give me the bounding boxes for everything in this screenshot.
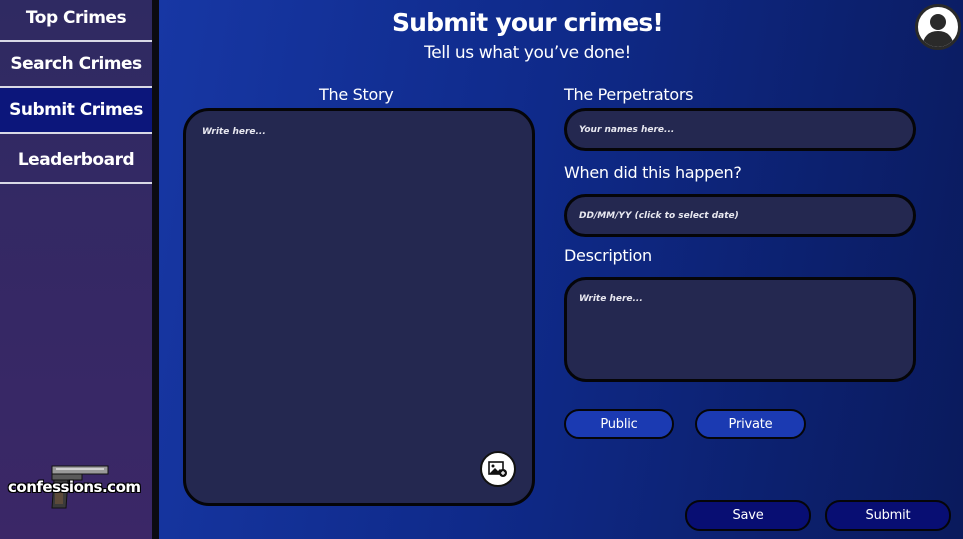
public-button[interactable]: Public <box>564 409 674 439</box>
story-label: The Story <box>319 85 394 104</box>
perpetrators-label: The Perpetrators <box>564 85 694 104</box>
nav-leaderboard[interactable]: Leaderboard <box>0 138 152 184</box>
perpetrators-input[interactable]: Your names here... <box>564 108 916 151</box>
user-avatar-icon[interactable] <box>915 4 961 50</box>
page-subtitle: Tell us what you’ve done! <box>424 43 631 63</box>
nav-top-crimes[interactable]: Top Crimes <box>0 0 152 42</box>
user-silhouette-icon <box>922 14 954 47</box>
logo-text: confessions.com <box>8 478 141 496</box>
date-picker-input[interactable]: DD/MM/YY (click to select date) <box>564 194 916 237</box>
description-label: Description <box>564 246 652 265</box>
main-content: Submit your crimes! Tell us what you’ve … <box>159 0 963 539</box>
nav-search-crimes[interactable]: Search Crimes <box>0 42 152 88</box>
save-button[interactable]: Save <box>685 500 811 531</box>
description-placeholder: Write here... <box>579 294 643 304</box>
sidebar-divider <box>152 0 159 539</box>
story-placeholder: Write here... <box>202 127 266 137</box>
private-button[interactable]: Private <box>695 409 806 439</box>
nav-submit-crimes[interactable]: Submit Crimes <box>0 88 152 134</box>
image-upload-icon <box>488 461 507 477</box>
story-textarea[interactable]: Write here... <box>183 108 535 506</box>
date-label: When did this happen? <box>564 163 742 182</box>
perpetrators-placeholder: Your names here... <box>579 125 675 135</box>
description-textarea[interactable]: Write here... <box>564 277 916 382</box>
image-upload-button[interactable] <box>480 451 516 487</box>
page-title: Submit your crimes! <box>391 8 664 37</box>
date-placeholder: DD/MM/YY (click to select date) <box>579 211 739 221</box>
site-logo[interactable]: confessions.com <box>8 462 148 512</box>
sidebar: Top Crimes Search Crimes Submit Crimes L… <box>0 0 152 539</box>
submit-button[interactable]: Submit <box>825 500 951 531</box>
